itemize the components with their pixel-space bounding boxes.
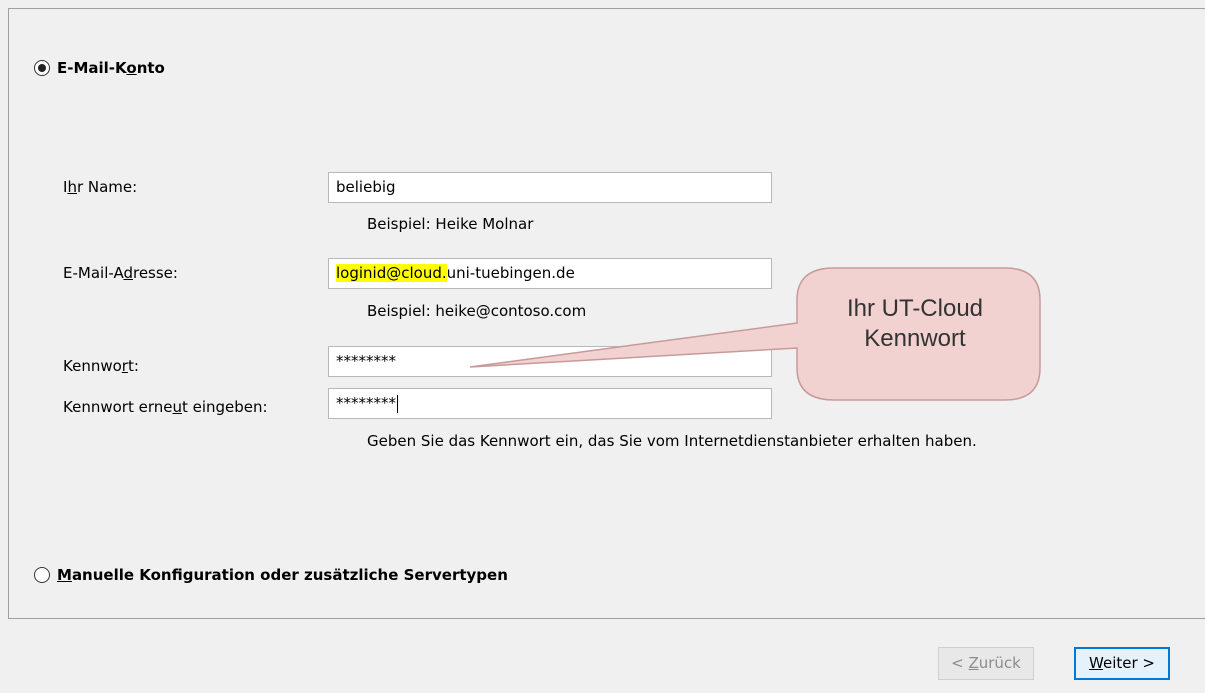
name-label: Ihr Name: xyxy=(63,178,138,196)
email-account-option[interactable]: E-Mail-Konto xyxy=(34,59,165,77)
password-input[interactable]: ******** xyxy=(328,346,772,377)
left-border xyxy=(8,8,9,618)
email-input[interactable]: loginid@cloud.uni-tuebingen.de xyxy=(328,258,772,289)
password-confirm-label: Kennwort erneut eingeben: xyxy=(63,398,268,416)
email-account-setup-dialog: E-Mail-Konto Ihr Name: beliebig Beispiel… xyxy=(0,0,1205,693)
email-highlighted-part: loginid@cloud. xyxy=(336,264,447,282)
password-label: Kennwort: xyxy=(63,357,139,375)
top-border xyxy=(8,8,1205,9)
callout-line-1: Ihr UT-Cloud xyxy=(846,295,984,322)
email-hint: Beispiel: heike@contoso.com xyxy=(367,302,587,320)
email-label: E-Mail-Adresse: xyxy=(63,264,178,282)
name-input[interactable]: beliebig xyxy=(328,172,772,203)
back-button[interactable]: < Zurück xyxy=(938,647,1034,680)
name-hint: Beispiel: Heike Molnar xyxy=(367,215,534,233)
callout-text: Ihr UT-Cloud Kennwort xyxy=(800,294,1030,354)
email-account-label: E-Mail-Konto xyxy=(57,59,165,77)
text-cursor xyxy=(397,394,398,413)
manual-config-option[interactable]: Manuelle Konfiguration oder zusätzliche … xyxy=(34,566,508,584)
password-hint: Geben Sie das Kennwort ein, das Sie vom … xyxy=(367,432,977,450)
callout-line-2: Kennwort xyxy=(864,325,966,352)
next-button[interactable]: Weiter > xyxy=(1074,647,1170,680)
manual-config-radio[interactable] xyxy=(34,567,50,583)
email-account-radio[interactable] xyxy=(34,60,50,76)
footer-divider xyxy=(8,618,1205,619)
manual-config-label: Manuelle Konfiguration oder zusätzliche … xyxy=(57,566,508,584)
password-confirm-input[interactable]: ******** xyxy=(328,388,772,419)
